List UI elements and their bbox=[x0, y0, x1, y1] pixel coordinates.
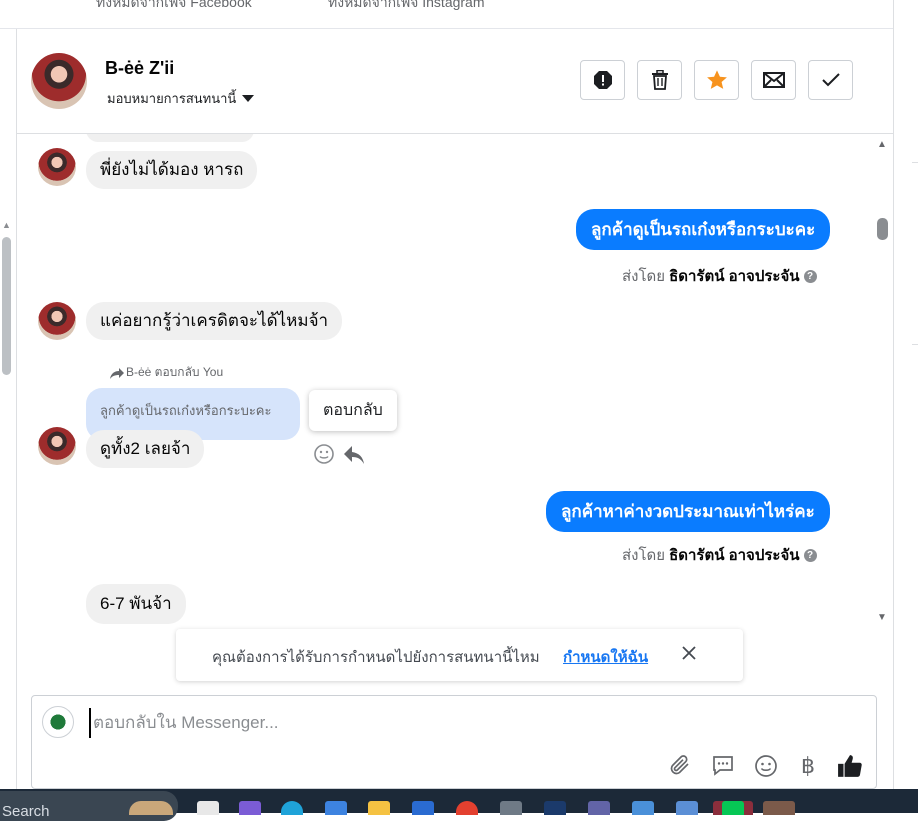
scroll-up-arrow-icon[interactable]: ▲ bbox=[877, 139, 887, 150]
incoming-message-4[interactable]: 6-7 พันจ้า bbox=[86, 584, 186, 624]
page-avatar bbox=[42, 706, 74, 738]
reply-tooltip: ตอบกลับ bbox=[309, 390, 397, 431]
mail-icon bbox=[762, 72, 785, 88]
info-icon[interactable]: ? bbox=[803, 548, 817, 562]
trash-icon bbox=[651, 70, 668, 90]
mark-unread-button[interactable] bbox=[751, 60, 796, 100]
left-panel-edge: ▲ bbox=[0, 29, 17, 789]
assign-conversation-dropdown[interactable]: มอบหมายการสนทนานี้ bbox=[107, 88, 255, 109]
mark-spam-button[interactable] bbox=[580, 60, 625, 100]
message-avatar bbox=[38, 148, 76, 186]
reply-arrow-icon bbox=[110, 367, 124, 379]
right-panel-edge bbox=[893, 0, 918, 789]
sent-by-label: ส่งโดย ธิดารัตน์ อาจประจัน ? bbox=[622, 543, 817, 567]
assign-prompt-banner: คุณต้องการได้รับการกำหนดไปยังการสนทนานี้… bbox=[176, 629, 743, 681]
reply-input[interactable] bbox=[89, 708, 855, 738]
outgoing-message-2[interactable]: ลูกค้าหาค่างวดประมาณเท่าไหร่คะ bbox=[546, 491, 830, 532]
outgoing-message-1[interactable]: ลูกค้าดูเป็นรถเก๋งหรือกระบะคะ bbox=[576, 209, 831, 250]
close-banner-button[interactable] bbox=[681, 645, 697, 666]
tab-instagram[interactable]: ทั้งหมดจากเพจ Instagram bbox=[328, 0, 485, 14]
sender-name: ธิดารัตน์ อาจประจัน bbox=[669, 268, 800, 285]
delete-button[interactable] bbox=[637, 60, 682, 100]
star-icon bbox=[706, 70, 727, 89]
contact-name[interactable]: B-ėė Z'ii bbox=[105, 58, 174, 79]
assign-to-me-link[interactable]: กำหนดให้ฉัน bbox=[563, 645, 648, 669]
attach-button[interactable] bbox=[666, 752, 694, 780]
reply-icon bbox=[344, 446, 364, 464]
tab-facebook[interactable]: ทั้งหมดจากเพจ Facebook bbox=[96, 0, 252, 14]
conversation-header: B-ėė Z'ii มอบหมายการสนทนานี้ bbox=[17, 29, 893, 134]
payment-button[interactable]: ฿ bbox=[794, 752, 822, 780]
emoji-button[interactable] bbox=[752, 752, 780, 780]
react-button[interactable] bbox=[313, 443, 335, 470]
star-button[interactable] bbox=[694, 60, 739, 100]
incoming-message-1[interactable]: พี่ยังไม่ได้มอง หารถ bbox=[86, 151, 258, 189]
caret-down-icon bbox=[242, 95, 255, 102]
left-scrollbar-thumb[interactable] bbox=[2, 237, 11, 375]
emoji-icon bbox=[314, 444, 334, 464]
assign-question: คุณต้องการได้รับการกำหนดไปยังการสนทนานี้… bbox=[212, 649, 540, 666]
taskbar-search-label: Search bbox=[2, 803, 50, 820]
check-icon bbox=[821, 73, 840, 87]
emoji-icon bbox=[755, 755, 777, 777]
contact-avatar[interactable] bbox=[31, 53, 87, 109]
close-icon bbox=[682, 646, 696, 660]
baht-icon: ฿ bbox=[801, 753, 815, 778]
paperclip-icon bbox=[670, 755, 689, 775]
thumbs-up-icon bbox=[838, 755, 862, 777]
info-icon[interactable]: ? bbox=[803, 269, 817, 283]
message-avatar bbox=[38, 302, 76, 340]
reply-button[interactable] bbox=[343, 445, 365, 470]
previous-message-edge bbox=[86, 134, 254, 142]
spam-icon bbox=[593, 71, 612, 89]
sent-by-label: ส่งโดย ธิดารัตน์ อาจประจัน ? bbox=[622, 264, 817, 288]
like-button[interactable] bbox=[836, 752, 864, 780]
incoming-message-3[interactable]: ดูทั้ง2 เลยจ้า bbox=[86, 430, 205, 468]
message-thread[interactable]: พี่ยังไม่ได้มอง หารถ ลูกค้าดูเป็นรถเก๋งห… bbox=[17, 134, 893, 626]
reply-hint: B-ėė ตอบกลับ You bbox=[110, 363, 223, 382]
message-avatar bbox=[38, 427, 76, 465]
chat-scrollbar-thumb[interactable] bbox=[877, 218, 888, 240]
os-taskbar: Search bbox=[0, 789, 918, 821]
incoming-message-2[interactable]: แค่อยากรู้ว่าเครดิตจะได้ไหมจ้า bbox=[86, 302, 343, 340]
scroll-down-arrow-icon[interactable]: ▼ bbox=[877, 612, 887, 623]
saved-replies-button[interactable] bbox=[709, 752, 737, 780]
scroll-up-arrow-icon[interactable]: ▲ bbox=[2, 220, 11, 230]
mark-done-button[interactable] bbox=[808, 60, 853, 100]
top-filter-strip: ทั้งหมดจากเพจ Facebook ทั้งหมดจากเพจ Ins… bbox=[0, 0, 893, 29]
reply-composer: ฿ bbox=[31, 695, 877, 789]
saved-replies-icon bbox=[713, 756, 733, 776]
assign-label: มอบหมายการสนทนานี้ bbox=[107, 91, 237, 106]
sender-name: ธิดารัตน์ อาจประจัน bbox=[669, 547, 800, 564]
